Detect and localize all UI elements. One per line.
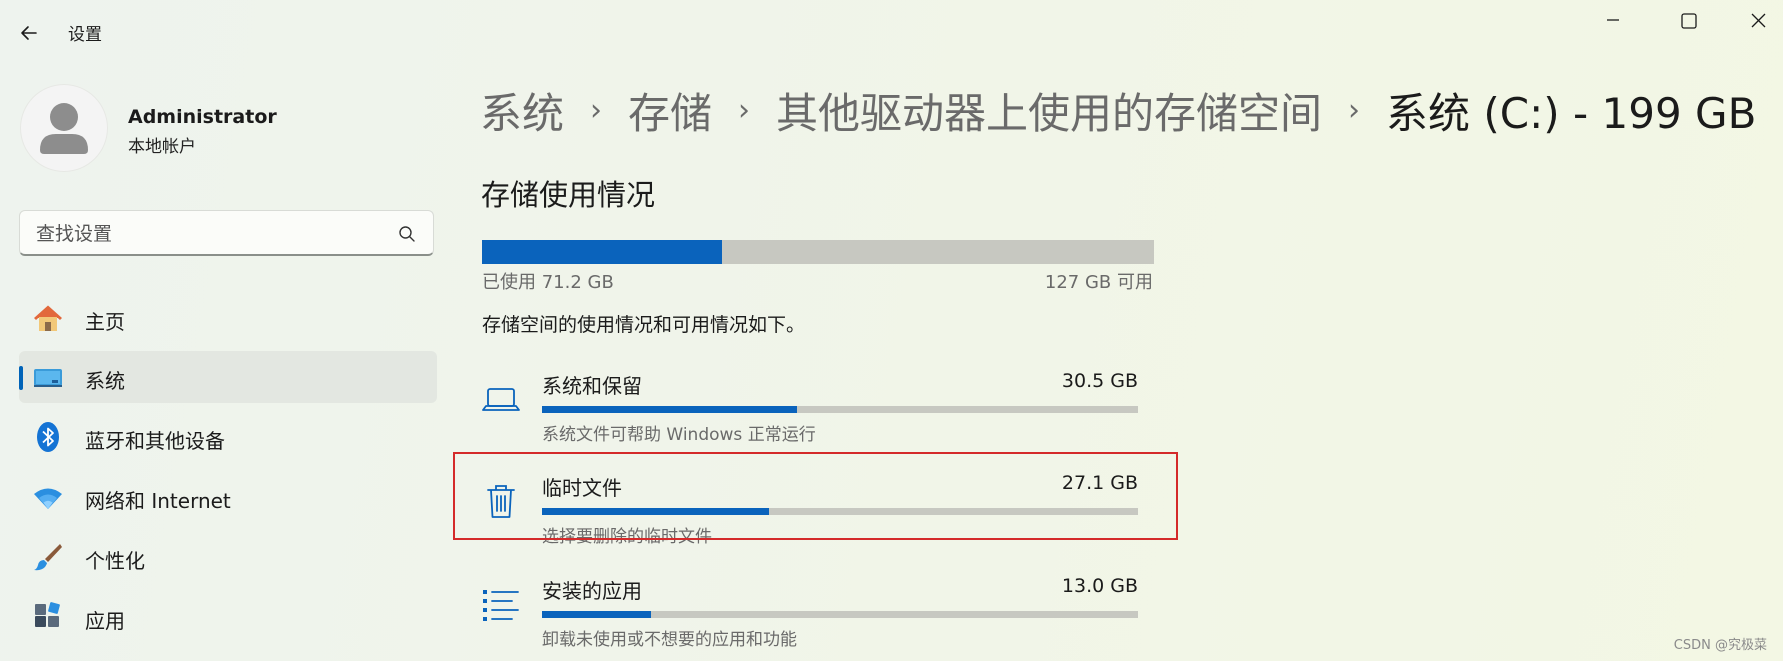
- search-icon[interactable]: [397, 224, 417, 244]
- free-space-label: 127 GB 可用: [1044, 272, 1153, 293]
- category-usage-bar: [542, 611, 1138, 618]
- system-monitor-icon: [34, 369, 62, 387]
- category-usage-fill: [542, 508, 770, 515]
- home-icon: [34, 305, 62, 331]
- sidebar-item-label: 系统: [85, 369, 125, 393]
- close-icon: [1751, 13, 1766, 28]
- sidebar-item-system[interactable]: 系统: [19, 351, 437, 403]
- trash-icon: [487, 485, 515, 518]
- minimize-icon: [1607, 19, 1619, 21]
- search-input[interactable]: [34, 220, 388, 248]
- active-indicator: [19, 366, 23, 390]
- category-size: 27.1 GB: [1061, 472, 1138, 494]
- chevron-right-icon: ›: [1348, 93, 1361, 128]
- sidebar-item-bluetooth[interactable]: 蓝牙和其他设备: [19, 411, 437, 463]
- breadcrumb-item-other-drives[interactable]: 其他驱动器上使用的存储空间: [776, 80, 1322, 141]
- sidebar-item-label: 个性化: [85, 549, 145, 573]
- title-bar: 设置: [0, 0, 1783, 64]
- storage-usage-bar: [482, 240, 1154, 264]
- category-subtitle: 系统文件可帮助 Windows 正常运行: [542, 425, 816, 445]
- avatar[interactable]: [20, 84, 108, 172]
- back-arrow-icon: [21, 26, 37, 40]
- page-title: 系统 (C:) - 199 GB: [1386, 89, 1757, 138]
- close-button[interactable]: [1735, 6, 1781, 40]
- category-installed-apps[interactable]: 安装的应用 13.0 GB 卸载未使用或不想要的应用和功能: [478, 569, 1138, 653]
- maximize-button[interactable]: [1665, 6, 1711, 40]
- category-size: 30.5 GB: [1061, 370, 1138, 392]
- sidebar-item-label: 应用: [85, 609, 125, 633]
- sidebar-item-label: 主页: [85, 310, 125, 334]
- bluetooth-icon: [37, 422, 59, 452]
- storage-description: 存储空间的使用情况和可用情况如下。: [482, 314, 806, 336]
- category-system-reserved[interactable]: 系统和保留 30.5 GB 系统文件可帮助 Windows 正常运行: [478, 364, 1138, 448]
- apps-icon: [35, 602, 60, 627]
- paintbrush-icon: [34, 544, 62, 571]
- sidebar-item-home[interactable]: 主页: [19, 292, 437, 344]
- breadcrumb-item-storage[interactable]: 存储: [628, 80, 712, 141]
- category-subtitle: 选择要删除的临时文件: [542, 527, 712, 547]
- list-icon: [483, 590, 519, 621]
- wifi-icon: [34, 488, 62, 509]
- user-name: Administrator: [128, 106, 277, 128]
- watermark: CSDN @究极菜: [1673, 638, 1767, 653]
- minimize-button[interactable]: [1590, 6, 1636, 40]
- category-size: 13.0 GB: [1061, 575, 1138, 597]
- search-box[interactable]: [19, 210, 434, 256]
- category-name: 系统和保留: [542, 374, 642, 398]
- category-usage-fill: [542, 611, 652, 618]
- sidebar-item-label: 蓝牙和其他设备: [85, 429, 225, 453]
- user-avatar-icon: [40, 103, 88, 154]
- category-usage-fill: [542, 406, 798, 413]
- sidebar-item-network[interactable]: 网络和 Internet: [19, 471, 437, 523]
- breadcrumb-item-system[interactable]: 系统: [480, 80, 564, 141]
- storage-usage-fill: [482, 240, 722, 264]
- category-subtitle: 卸载未使用或不想要的应用和功能: [542, 630, 797, 650]
- category-name: 临时文件: [542, 476, 622, 500]
- sidebar-item-apps[interactable]: 应用: [19, 591, 437, 643]
- laptop-icon: [482, 388, 520, 411]
- chevron-right-icon: ›: [590, 93, 603, 128]
- used-space-label: 已使用 71.2 GB: [482, 272, 614, 293]
- category-usage-bar: [542, 406, 1138, 413]
- breadcrumb: 系统 › 存储 › 其他驱动器上使用的存储空间 › 系统 (C:) - 199 GB: [480, 80, 1756, 138]
- category-name: 安装的应用: [542, 579, 642, 603]
- section-title: 存储使用情况: [481, 178, 656, 212]
- category-temporary-files[interactable]: 临时文件 27.1 GB 选择要删除的临时文件: [478, 466, 1138, 550]
- category-usage-bar: [542, 508, 1138, 515]
- sidebar-item-label: 网络和 Internet: [85, 489, 231, 513]
- maximize-icon: [1681, 13, 1697, 29]
- sidebar-item-personalization[interactable]: 个性化: [19, 531, 437, 583]
- app-title: 设置: [68, 25, 102, 45]
- back-button[interactable]: [14, 18, 44, 48]
- account-type: 本地帐户: [128, 137, 196, 157]
- chevron-right-icon: ›: [738, 93, 751, 128]
